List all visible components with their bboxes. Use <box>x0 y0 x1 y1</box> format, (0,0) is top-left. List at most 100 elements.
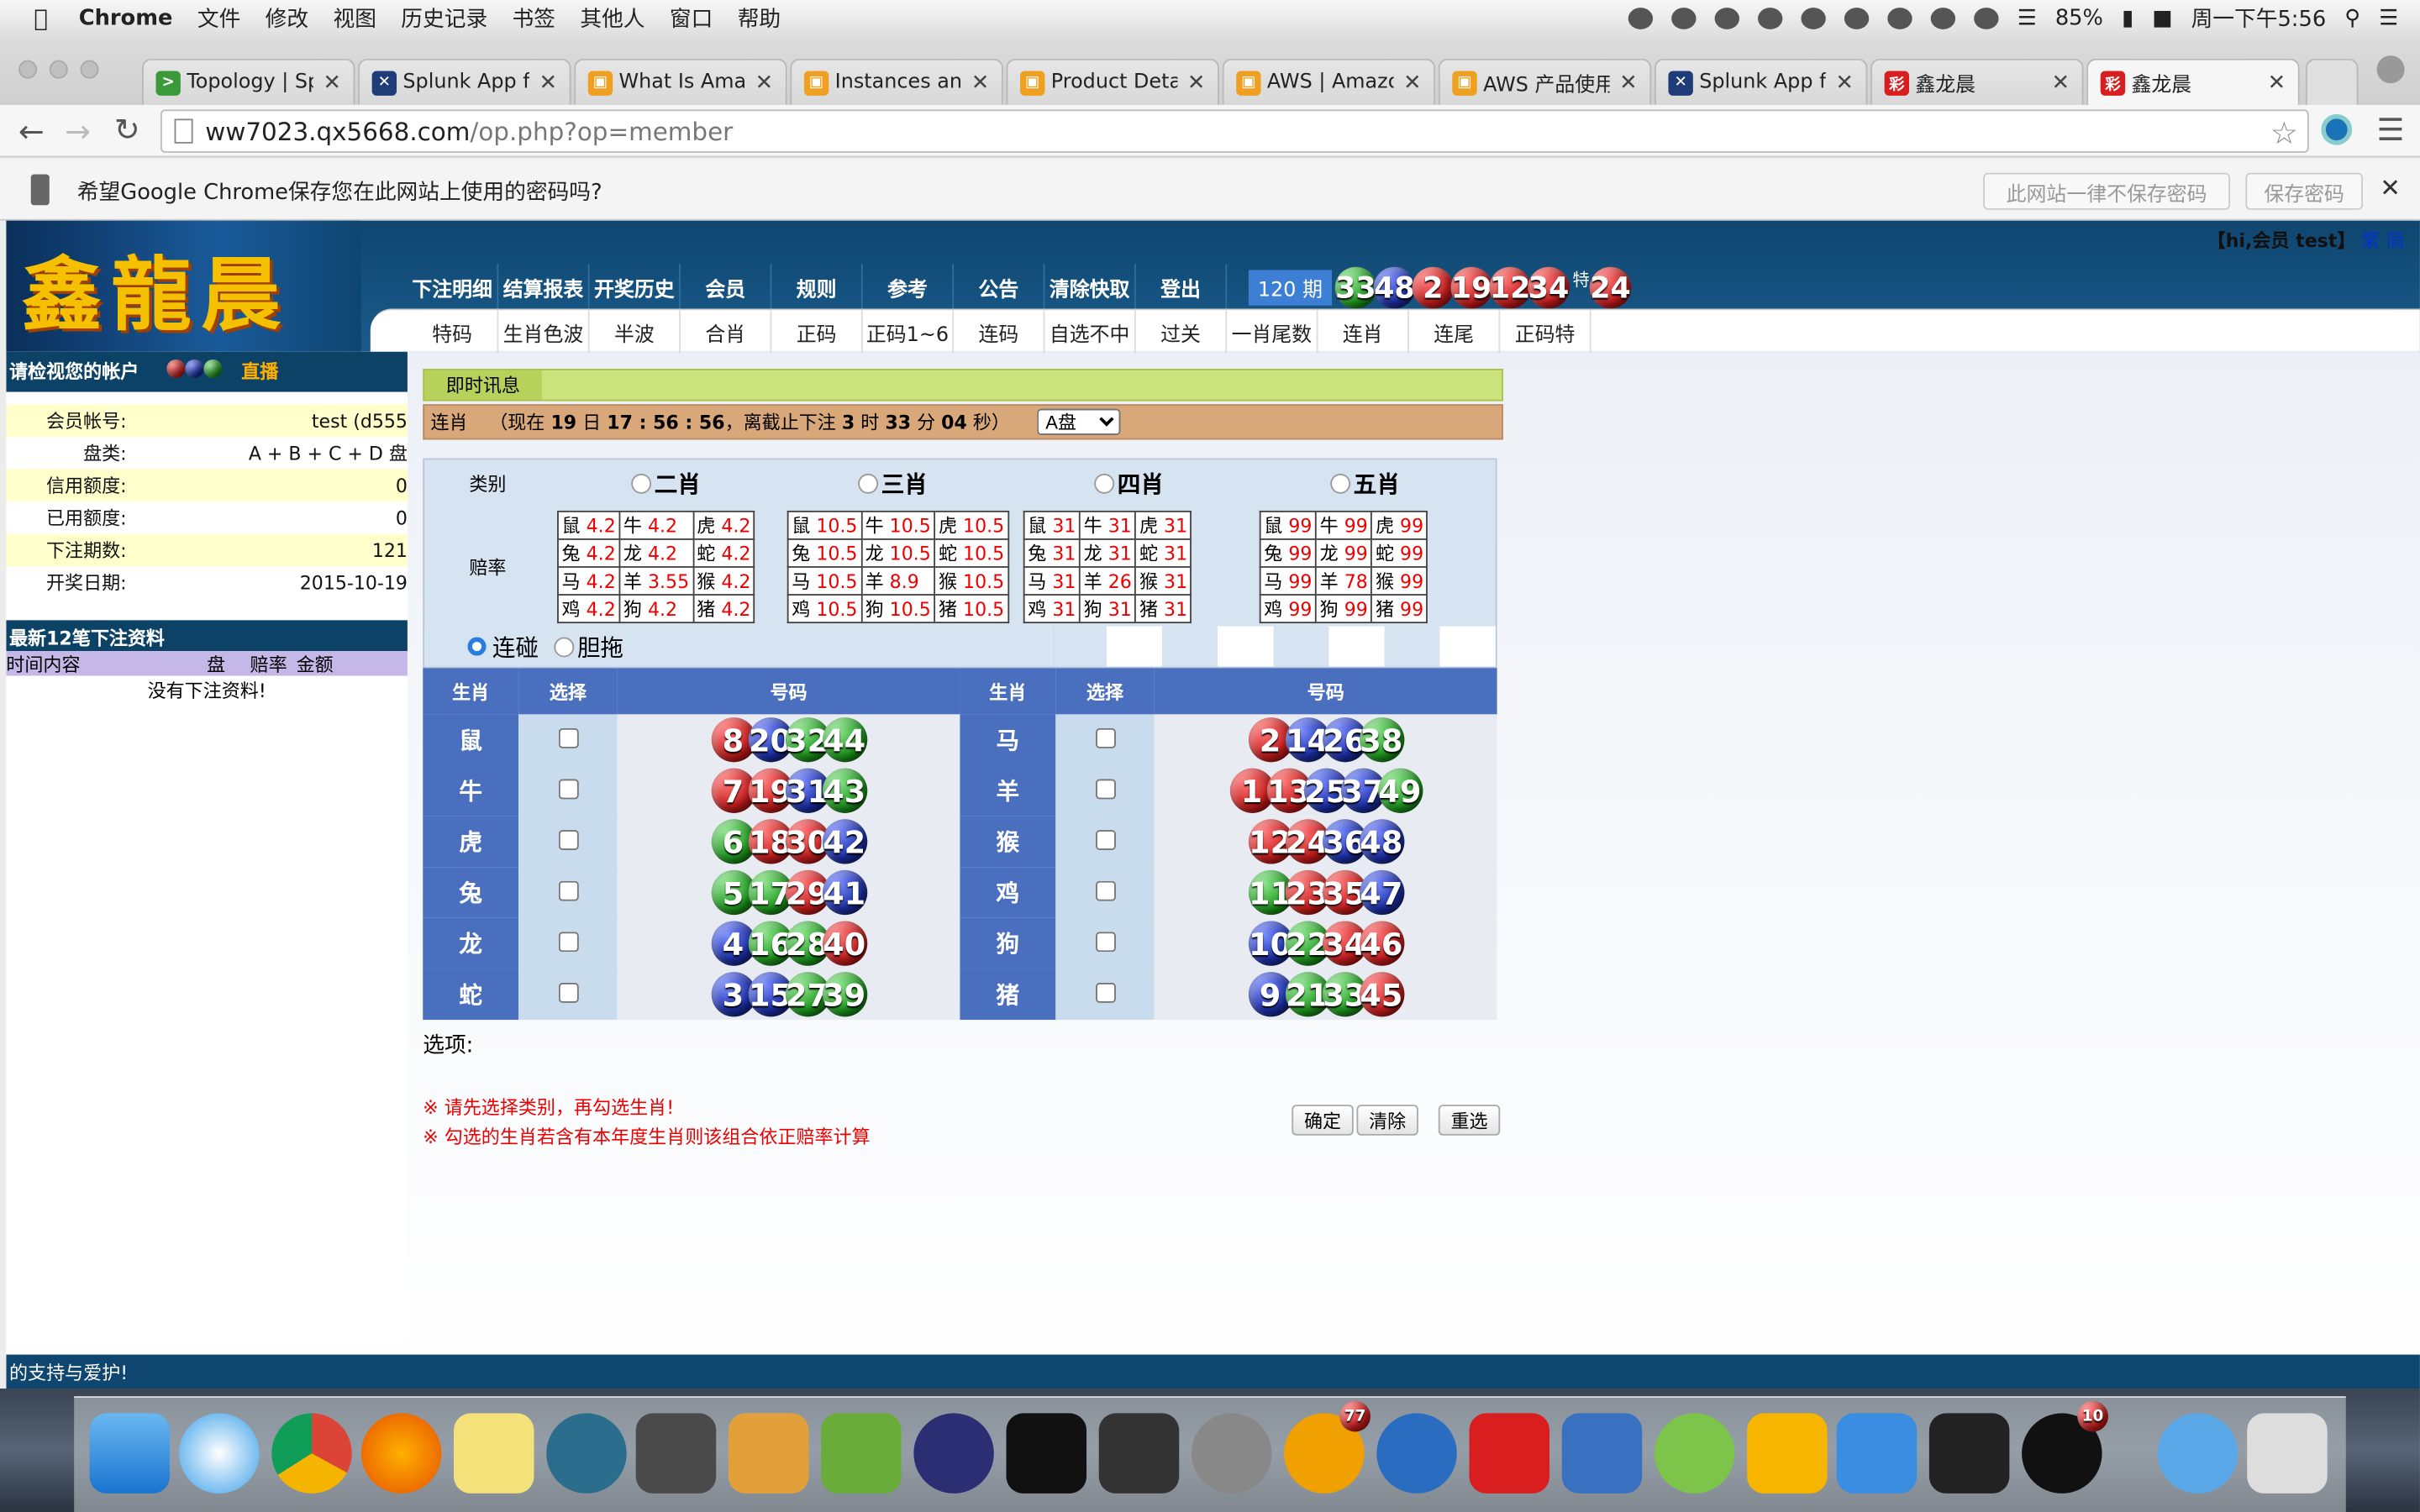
browser-tab[interactable]: 彩鑫龙晨 ✕ <box>2086 58 2300 105</box>
submenu-item[interactable]: 过关 <box>1136 310 1228 354</box>
menu-window[interactable]: 窗口 <box>670 3 713 34</box>
submenu-item[interactable]: 半波 <box>590 310 681 354</box>
home-icon[interactable] <box>1714 8 1740 29</box>
confirm-button[interactable]: 确定 <box>1292 1105 1354 1136</box>
clock[interactable]: 周一下午5:56 <box>2191 3 2327 34</box>
virtualbox-icon[interactable] <box>1561 1413 1643 1494</box>
windows-xp-vm-icon[interactable] <box>1928 1413 2010 1494</box>
menu-item[interactable]: 登出 <box>1136 264 1228 311</box>
close-tab-icon[interactable]: ✕ <box>971 71 990 95</box>
app-menu-chrome[interactable]: Chrome <box>79 6 173 30</box>
messages-icon[interactable] <box>1376 1413 1457 1494</box>
browser-tab[interactable]: ▣Product Details ✕ <box>1006 58 1219 105</box>
close-tab-icon[interactable]: ✕ <box>1187 71 1206 95</box>
reload-icon[interactable]: ↻ <box>114 111 140 148</box>
wifi-icon[interactable]: ☰ <box>2018 6 2037 30</box>
close-tab-icon[interactable]: ✕ <box>2051 71 2070 95</box>
zoom-window-button[interactable] <box>80 60 99 79</box>
browser-tab[interactable]: ▣ AWS 产品使用 ✕ <box>1438 58 1652 105</box>
close-tab-icon[interactable]: ✕ <box>539 71 557 95</box>
close-tab-icon[interactable]: ✕ <box>2268 71 2286 95</box>
status-icon[interactable] <box>1844 8 1870 29</box>
mode-radio-drag[interactable] <box>554 636 575 657</box>
never-save-button[interactable]: 此网站一律不保存密码 <box>1983 172 2231 210</box>
menu-item[interactable]: 结算报表 <box>498 264 590 311</box>
apple-icon[interactable]:  <box>34 5 48 33</box>
menu-help[interactable]: 帮助 <box>738 3 781 34</box>
zodiac-checkbox[interactable] <box>1095 982 1116 1002</box>
submenu-item[interactable]: 合肖 <box>681 310 772 354</box>
terminal-icon[interactable] <box>1006 1413 1087 1494</box>
profile-icon[interactable] <box>2376 55 2405 84</box>
menu-item[interactable]: 规则 <box>771 264 863 311</box>
zodiac-checkbox[interactable] <box>1095 829 1116 850</box>
status-icon[interactable] <box>1671 8 1697 29</box>
app-icon[interactable] <box>821 1413 902 1494</box>
flag-icon[interactable]: ■ <box>2152 6 2172 30</box>
sketch-icon[interactable] <box>1747 1413 1828 1494</box>
app-icon[interactable] <box>728 1413 809 1494</box>
zodiac-checkbox[interactable] <box>1095 727 1116 748</box>
category-radio[interactable] <box>1094 472 1115 493</box>
live-link[interactable]: 直播 <box>241 361 278 383</box>
airplay-icon[interactable] <box>1974 8 1999 29</box>
chrome-icon[interactable] <box>271 1413 352 1494</box>
address-bar[interactable]: ww7023.qx5668.com/op.php?op=member ☆ <box>160 109 2309 153</box>
menu-edit[interactable]: 修改 <box>266 3 308 34</box>
menu-icon[interactable]: ☰ <box>2377 111 2405 148</box>
extension-icon[interactable] <box>2321 113 2353 145</box>
notification-center-icon[interactable]: ☰ <box>2379 6 2398 30</box>
status-icon[interactable] <box>1801 8 1826 29</box>
category-option[interactable]: 二肖 <box>551 467 787 500</box>
browser-tab[interactable]: ▣ Instances and ✕ <box>790 58 1003 105</box>
xcode-icon[interactable] <box>1836 1413 1918 1494</box>
back-icon[interactable]: ← <box>18 113 45 150</box>
shield-icon[interactable] <box>1887 8 1912 29</box>
menu-item[interactable]: 公告 <box>954 264 1045 311</box>
sourcetree-icon[interactable] <box>546 1413 627 1494</box>
firefox-icon[interactable] <box>360 1413 442 1494</box>
markdown-icon[interactable] <box>1098 1413 1180 1494</box>
android-studio-icon[interactable] <box>1654 1413 1735 1494</box>
submenu-item[interactable]: 正码 <box>771 310 863 354</box>
minimize-window-button[interactable] <box>49 60 68 79</box>
menu-item[interactable]: 参考 <box>863 264 955 311</box>
forward-icon[interactable]: → <box>65 113 91 150</box>
cloud-icon[interactable] <box>1758 8 1783 29</box>
close-window-button[interactable] <box>18 60 38 79</box>
close-tab-icon[interactable]: ✕ <box>755 71 774 95</box>
zodiac-checkbox[interactable] <box>557 982 578 1002</box>
clear-button[interactable]: 清除 <box>1356 1105 1418 1136</box>
submenu-item[interactable]: 一肖尾数 <box>1227 310 1318 354</box>
category-radio[interactable] <box>631 472 652 493</box>
close-tab-icon[interactable]: ✕ <box>1619 71 1638 95</box>
submenu-item[interactable]: 生肖色波 <box>498 310 590 354</box>
bookmark-star-icon[interactable]: ☆ <box>2270 114 2298 151</box>
browser-tab[interactable]: >Topology | Splu ✕ <box>141 58 355 105</box>
category-option[interactable]: 五肖 <box>1260 467 1496 500</box>
close-tab-icon[interactable]: ✕ <box>1403 71 1422 95</box>
category-option[interactable]: 三肖 <box>787 467 1023 500</box>
submenu-item[interactable]: 正码1~6 <box>863 310 955 354</box>
zodiac-checkbox[interactable] <box>557 829 578 850</box>
close-tab-icon[interactable]: ✕ <box>323 71 341 95</box>
reset-button[interactable]: 重选 <box>1438 1105 1501 1136</box>
browser-tab[interactable]: ✕Splunk App for✕ <box>358 58 571 105</box>
sublime-text-icon[interactable] <box>635 1413 717 1494</box>
submenu-item[interactable]: 连码 <box>954 310 1045 354</box>
new-tab-button[interactable] <box>2306 58 2359 105</box>
close-icon[interactable]: ✕ <box>2380 173 2401 202</box>
system-preferences-icon[interactable] <box>1191 1413 1272 1494</box>
zodiac-checkbox[interactable] <box>557 778 578 799</box>
category-option[interactable]: 四肖 <box>1023 467 1260 500</box>
qq-icon[interactable]: 10 <box>2022 1400 2108 1494</box>
mode-radio-link[interactable] <box>467 637 487 656</box>
netease-music-icon[interactable] <box>1469 1413 1550 1494</box>
battery-icon[interactable]: ▮ <box>2122 6 2133 30</box>
zodiac-checkbox[interactable] <box>1095 778 1116 799</box>
browser-tab[interactable]: ✕Splunk App for✕ <box>1654 58 1868 105</box>
simplified-link[interactable]: 简 <box>2386 230 2405 252</box>
safari-icon[interactable] <box>179 1413 260 1494</box>
menu-item[interactable]: 会员 <box>681 264 772 311</box>
spotlight-icon[interactable]: ⚲ <box>2344 6 2360 30</box>
